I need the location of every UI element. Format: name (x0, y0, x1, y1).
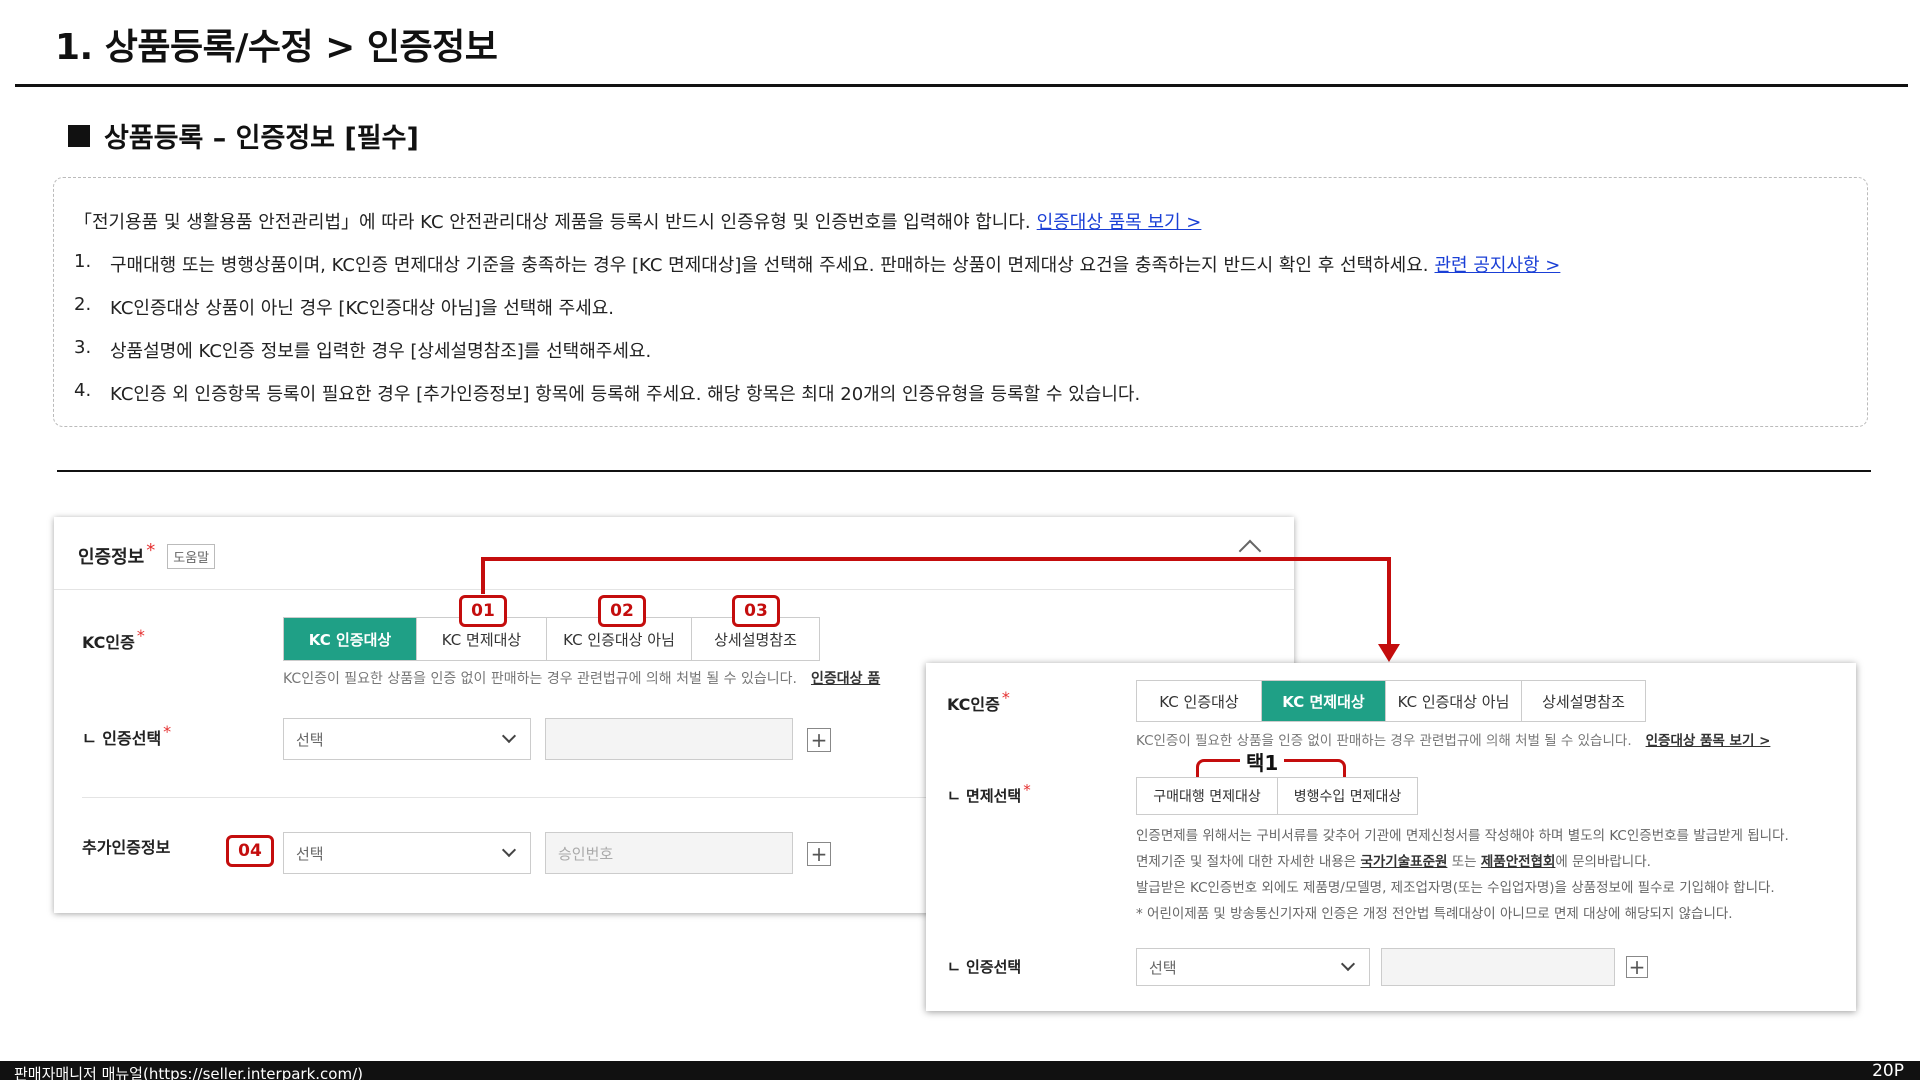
connector-line (481, 559, 485, 594)
cert-items-link[interactable]: 인증대상 품목 보기 > (1037, 208, 1202, 234)
cert-info-title: 인증정보 (78, 547, 145, 568)
chevron-down-icon (501, 842, 517, 858)
panel-divider (54, 589, 1294, 590)
section-title-text: 상품등록 – 인증정보 [필수] (104, 123, 419, 154)
arrow-down-icon (1378, 644, 1400, 662)
plus-icon[interactable]: + (807, 842, 831, 866)
exempt-select-label: ㄴ 면제선택 * (947, 781, 1031, 806)
cert-type-select-value: 선택 (1149, 958, 1177, 977)
kc-cert-desc-text: KC인증이 필요한 상품을 인증 없이 판매하는 경우 관련법규에 의해 처벌 … (283, 671, 797, 687)
kc-cert-label: KC인증 * (82, 625, 145, 653)
cert-items-link[interactable]: 인증대상 품목 보기 > (1646, 733, 1771, 749)
page-number: 20P (1872, 1061, 1904, 1080)
kc-cert-desc: KC인증이 필요한 상품을 인증 없이 판매하는 경우 관련법규에 의해 처벌 … (1136, 729, 1770, 749)
extra-cert-select-value: 선택 (296, 844, 324, 863)
page-title: 1. 상품등록/수정 > 인증정보 (55, 27, 498, 68)
cert-items-link[interactable]: 인증대상 품 (811, 671, 880, 687)
cert-number-input[interactable] (545, 718, 793, 760)
exempt-guide-line: 발급받은 KC인증번호 외에도 제품명/모델명, 제조업자명(또는 수입업자명)… (1136, 880, 1775, 896)
kc-option-exempt[interactable]: KC 면제대상 (1261, 681, 1385, 721)
cert-type-select[interactable]: 선택 (283, 718, 531, 760)
product-safety-link[interactable]: 제품안전협회 (1481, 854, 1556, 870)
extra-cert-label: 추가인증정보 (82, 834, 170, 858)
notice-item-num: 1. (74, 251, 92, 272)
kc-cert-label-text: KC인증 (82, 633, 135, 652)
kc-cert-label-text: KC인증 (947, 695, 1000, 714)
approval-number-input[interactable]: 승인번호 (545, 832, 793, 874)
notice-item-text: 구매대행 또는 병행상품이며, KC인증 면제대상 기준을 충족하는 경우 [K… (110, 255, 1429, 276)
kc-cert-label: KC인증 * (947, 687, 1010, 715)
exempt-guide-text: 인증면제를 위해서는 구비서류를 갖추어 기관에 면제신청서를 작성해야 하며 … (1136, 823, 1789, 927)
cert-type-select-value: 선택 (296, 730, 324, 749)
required-mark: * (136, 625, 145, 645)
badge-01: 01 (459, 595, 507, 627)
notice-item: 3. 상품설명에 KC인증 정보를 입력한 경우 [상세설명참조]를 선택해주세… (74, 337, 1847, 380)
notice-item: 1. 구매대행 또는 병행상품이며, KC인증 면제대상 기준을 충족하는 경우… (74, 251, 1847, 294)
exempt-guide-line: 인증면제를 위해서는 구비서류를 갖추어 기관에 면제신청서를 작성해야 하며 … (1136, 828, 1789, 844)
required-mark: * (146, 539, 156, 561)
notice-item-num: 3. (74, 337, 92, 358)
chevron-down-icon (1340, 956, 1356, 972)
related-notice-link[interactable]: 관련 공지사항 > (1435, 251, 1561, 277)
notice-item-num: 2. (74, 294, 92, 315)
kc-option-target[interactable]: KC 인증대상 (1137, 681, 1261, 721)
notice-item-text: 상품설명에 KC인증 정보를 입력한 경우 [상세설명참조]를 선택해주세요. (110, 341, 652, 362)
exempt-option-parallel-import[interactable]: 병행수입 면제대상 (1277, 778, 1417, 814)
notice-intro: 「전기용품 및 생활용품 안전관리법」에 따라 KC 안전관리대상 제품을 등록… (74, 208, 1847, 251)
extra-cert-select[interactable]: 선택 (283, 832, 531, 874)
middle-divider (57, 470, 1871, 472)
connector-line (1387, 557, 1391, 645)
notice-item: 4. KC인증 외 인증항목 등록이 필요한 경우 [추가인증정보] 항목에 등… (74, 380, 1847, 423)
title-divider (15, 84, 1908, 87)
section-title: 상품등록 – 인증정보 [필수] (68, 116, 419, 155)
exempt-segmented: 구매대행 면제대상 병행수입 면제대상 (1136, 777, 1418, 815)
required-mark: * (1023, 780, 1031, 799)
plus-icon[interactable]: + (807, 728, 831, 752)
kc-exempt-panel: KC인증 * KC 인증대상 KC 면제대상 KC 인증대상 아님 상세설명참조… (926, 663, 1856, 1011)
notice-item: 2. KC인증대상 상품이 아닌 경우 [KC인증대상 아님]을 선택해 주세요… (74, 294, 1847, 337)
square-bullet-icon (68, 124, 90, 147)
footer-bar: 판매자매니저 매뉴얼(https://seller.interpark.com/… (0, 1061, 1920, 1080)
exempt-guide-line: * 어린이제품 및 방송통신기자재 인증은 개정 전안법 특례대상이 아니므로 … (1136, 906, 1733, 922)
plus-icon[interactable]: + (1626, 956, 1648, 978)
notice-item-num: 4. (74, 380, 92, 401)
choose-one-label: 택1 (1240, 747, 1285, 776)
notice-intro-text: 「전기용품 및 생활용품 안전관리법」에 따라 KC 안전관리대상 제품을 등록… (74, 212, 1031, 233)
required-mark: * (163, 721, 172, 741)
kc-cert-desc: KC인증이 필요한 상품을 인증 없이 판매하는 경우 관련법규에 의해 처벌 … (283, 668, 983, 688)
kc-option-detail-ref[interactable]: 상세설명참조 (1521, 681, 1645, 721)
cert-type-select[interactable]: 선택 (1136, 948, 1370, 986)
cert-select-label-text: ㄴ 인증선택 (82, 729, 162, 748)
kc-cert-segmented: KC 인증대상 KC 면제대상 KC 인증대상 아님 상세설명참조 (1136, 680, 1646, 722)
kc-cert-desc-text: KC인증이 필요한 상품을 인증 없이 판매하는 경우 관련법규에 의해 처벌 … (1136, 733, 1632, 749)
notice-item-text: KC인증 외 인증항목 등록이 필요한 경우 [추가인증정보] 항목에 등록해 … (110, 384, 1141, 405)
footer-manual-text: 판매자매니저 매뉴얼(https://seller.interpark.com/… (14, 1065, 363, 1080)
help-button[interactable]: 도움말 (167, 543, 216, 569)
cert-number-input[interactable] (1381, 948, 1615, 986)
cert-select-label: ㄴ 인증선택 * (82, 721, 172, 749)
exempt-guide-line: 면제기준 및 절차에 대한 자세한 내용은 국가기술표준원 또는 제품안전협회에… (1136, 854, 1651, 870)
chevron-down-icon (501, 728, 517, 744)
kc-option-target[interactable]: KC 인증대상 (284, 618, 416, 660)
connector-line (481, 557, 1391, 561)
exempt-select-label-text: ㄴ 면제선택 (947, 787, 1022, 805)
kc-option-not-target[interactable]: KC 인증대상 아님 (1385, 681, 1521, 721)
cert-select-label-text: ㄴ 인증선택 (947, 958, 1022, 976)
required-mark: * (1001, 687, 1010, 707)
badge-04: 04 (226, 835, 274, 867)
exempt-option-purchase-agency[interactable]: 구매대행 면제대상 (1137, 778, 1277, 814)
badge-03: 03 (732, 595, 780, 627)
notice-item-text: KC인증대상 상품이 아닌 경우 [KC인증대상 아님]을 선택해 주세요. (110, 298, 615, 319)
cert-info-header: 인증정보 * 도움말 (78, 539, 216, 569)
badge-02: 02 (598, 595, 646, 627)
kats-link[interactable]: 국가기술표준원 (1360, 854, 1447, 870)
notice-box: 「전기용품 및 생활용품 안전관리법」에 따라 KC 안전관리대상 제품을 등록… (53, 177, 1868, 427)
extra-cert-label-text: 추가인증정보 (82, 838, 171, 857)
cert-select-label: ㄴ 인증선택 (947, 956, 1021, 977)
approval-number-placeholder: 승인번호 (558, 844, 614, 863)
